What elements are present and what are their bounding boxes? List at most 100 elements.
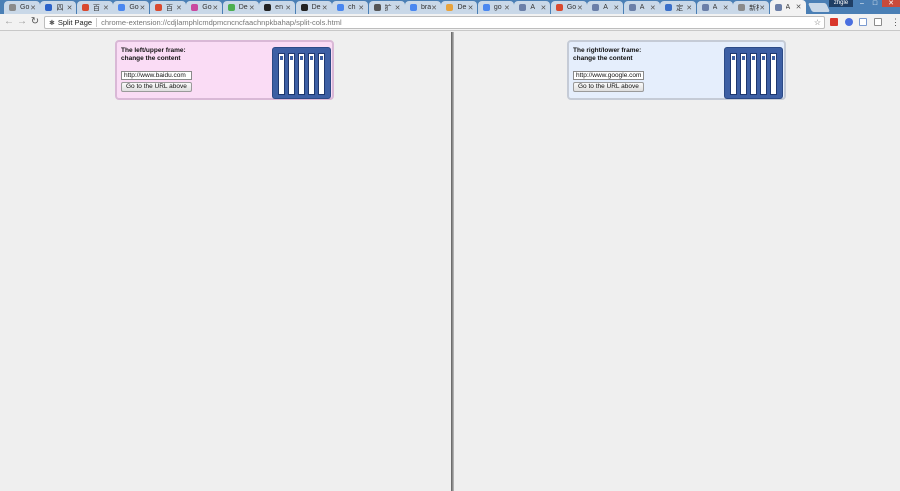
- browser-tab[interactable]: bra ✕: [405, 1, 441, 14]
- tab-favicon-icon: [519, 4, 527, 11]
- tab-close-icon[interactable]: ✕: [103, 4, 113, 12]
- browser-tab[interactable]: Go ✕: [4, 1, 40, 14]
- browser-tab[interactable]: 百 ✕: [149, 1, 186, 14]
- left-url-input[interactable]: [121, 71, 192, 80]
- tab-favicon-icon: [592, 4, 600, 11]
- browser-tab[interactable]: A ✕: [696, 1, 733, 14]
- left-go-button[interactable]: Go to the URL above: [121, 82, 192, 92]
- browser-tab[interactable]: Go ✕: [550, 1, 587, 14]
- browser-tab[interactable]: Go ✕: [113, 1, 150, 14]
- window-maximize-button[interactable]: □: [869, 0, 881, 7]
- browser-tab[interactable]: A ✕: [514, 1, 551, 14]
- address-bar[interactable]: ✱ Split Page chrome-extension://cdjlamph…: [44, 16, 825, 29]
- tab-favicon-icon: [337, 4, 345, 11]
- tab-favicon-icon: [45, 4, 53, 11]
- address-url-text: chrome-extension://cdjlamphlcmdpmcncncfa…: [101, 18, 342, 27]
- tab-favicon-icon: [81, 4, 89, 11]
- ext-window-icon[interactable]: [859, 18, 867, 26]
- tab-favicon-icon: [191, 4, 199, 11]
- browser-tab[interactable]: A ✕: [587, 1, 624, 14]
- tab-close-icon[interactable]: ✕: [285, 4, 295, 12]
- chrome-menu-icon[interactable]: ⋮: [891, 17, 900, 27]
- tab-close-icon[interactable]: ✕: [723, 4, 733, 12]
- tab-label: 定: [676, 4, 684, 12]
- tab-close-icon[interactable]: ✕: [358, 4, 368, 12]
- browser-tab[interactable]: De ✕: [222, 1, 259, 14]
- tab-close-icon[interactable]: ✕: [431, 4, 441, 12]
- tab-close-icon[interactable]: ✕: [759, 4, 769, 12]
- split-columns-logo-icon: [272, 47, 331, 99]
- tab-label: en: [275, 4, 283, 11]
- browser-tab[interactable]: 定 ✕: [660, 1, 697, 14]
- tab-favicon-icon: [774, 3, 782, 11]
- browser-tab[interactable]: A ✕: [769, 0, 806, 14]
- browser-tab[interactable]: Go ✕: [186, 1, 223, 14]
- browser-tab[interactable]: 百 ✕: [76, 1, 113, 14]
- split-columns-logo-icon: [724, 47, 783, 99]
- left-title-line1: The left/upper frame:: [121, 47, 186, 54]
- tab-favicon-icon: [701, 4, 709, 11]
- tab-favicon-icon: [300, 4, 308, 11]
- browser-tab[interactable]: De ✕: [441, 1, 478, 14]
- window-minimize-button[interactable]: –: [856, 0, 868, 7]
- browser-tab[interactable]: 新标签✕: [733, 1, 770, 14]
- ext-blue-circle-icon[interactable]: [845, 18, 853, 26]
- tab-close-icon[interactable]: ✕: [322, 4, 332, 12]
- browser-tab[interactable]: A ✕: [623, 1, 660, 14]
- tab-favicon-icon: [665, 4, 673, 11]
- back-button[interactable]: ←: [3, 16, 15, 28]
- reload-button[interactable]: ↻: [29, 16, 41, 28]
- tab-label: 四: [56, 4, 64, 12]
- tab-label: Go: [20, 4, 30, 11]
- forward-button[interactable]: →: [16, 16, 28, 28]
- tab-label: Go: [566, 4, 577, 11]
- tab-label: A: [603, 4, 608, 11]
- tab-favicon-icon: [9, 4, 16, 11]
- window-close-button[interactable]: ✕: [882, 0, 900, 7]
- tab-label: Go: [129, 4, 139, 11]
- tab-close-icon[interactable]: ✕: [613, 4, 623, 12]
- bookmark-star-icon[interactable]: ☆: [814, 17, 821, 28]
- browser-tab[interactable]: ch ✕: [332, 1, 369, 14]
- tab-close-icon[interactable]: ✕: [504, 4, 514, 12]
- tab-favicon-icon: [373, 4, 381, 11]
- tab-close-icon[interactable]: ✕: [139, 4, 149, 12]
- right-panel-title: The right/lower frame: change the conten…: [573, 47, 713, 62]
- tab-close-icon[interactable]: ✕: [30, 4, 40, 12]
- tab-close-icon[interactable]: ✕: [796, 3, 806, 11]
- tab-favicon-icon: [446, 4, 454, 11]
- tab-close-icon[interactable]: ✕: [176, 4, 186, 12]
- left-panel-title: The left/upper frame: change the content: [121, 47, 261, 62]
- tab-close-icon[interactable]: ✕: [395, 4, 405, 12]
- tab-label: De: [311, 4, 321, 11]
- browser-tab[interactable]: 四 ✕: [40, 1, 77, 14]
- tab-close-icon[interactable]: ✕: [686, 4, 696, 12]
- tab-close-icon[interactable]: ✕: [577, 4, 587, 12]
- tab-close-icon[interactable]: ✕: [67, 4, 77, 12]
- right-go-button[interactable]: Go to the URL above: [573, 82, 644, 92]
- right-title-line2: change the content: [573, 54, 633, 62]
- ext-red-icon[interactable]: [830, 18, 838, 26]
- left-title-line2: change the content: [121, 54, 181, 62]
- ext-grid-icon[interactable]: [874, 18, 882, 26]
- tab-close-icon[interactable]: ✕: [468, 4, 478, 12]
- tab-label: bra: [421, 4, 432, 11]
- tab-label: go: [493, 4, 502, 11]
- tab-favicon-icon: [738, 4, 746, 11]
- right-url-input[interactable]: [573, 71, 644, 80]
- tab-label: A: [712, 4, 718, 11]
- browser-tab[interactable]: go ✕: [477, 1, 514, 14]
- tab-favicon-icon: [410, 4, 417, 11]
- new-tab-button[interactable]: [807, 3, 831, 12]
- tab-close-icon[interactable]: ✕: [650, 4, 660, 12]
- tab-favicon-icon: [482, 4, 490, 11]
- tab-close-icon[interactable]: ✕: [212, 4, 222, 12]
- tab-close-icon[interactable]: ✕: [540, 4, 550, 12]
- tab-label: 百: [165, 4, 173, 12]
- tab-favicon-icon: [628, 4, 636, 11]
- user-profile-badge[interactable]: zhgle: [829, 0, 853, 7]
- browser-tab[interactable]: De ✕: [295, 1, 332, 14]
- browser-tab[interactable]: en ✕: [259, 1, 296, 14]
- browser-tab[interactable]: 扩 ✕: [368, 1, 405, 14]
- tab-close-icon[interactable]: ✕: [249, 4, 259, 12]
